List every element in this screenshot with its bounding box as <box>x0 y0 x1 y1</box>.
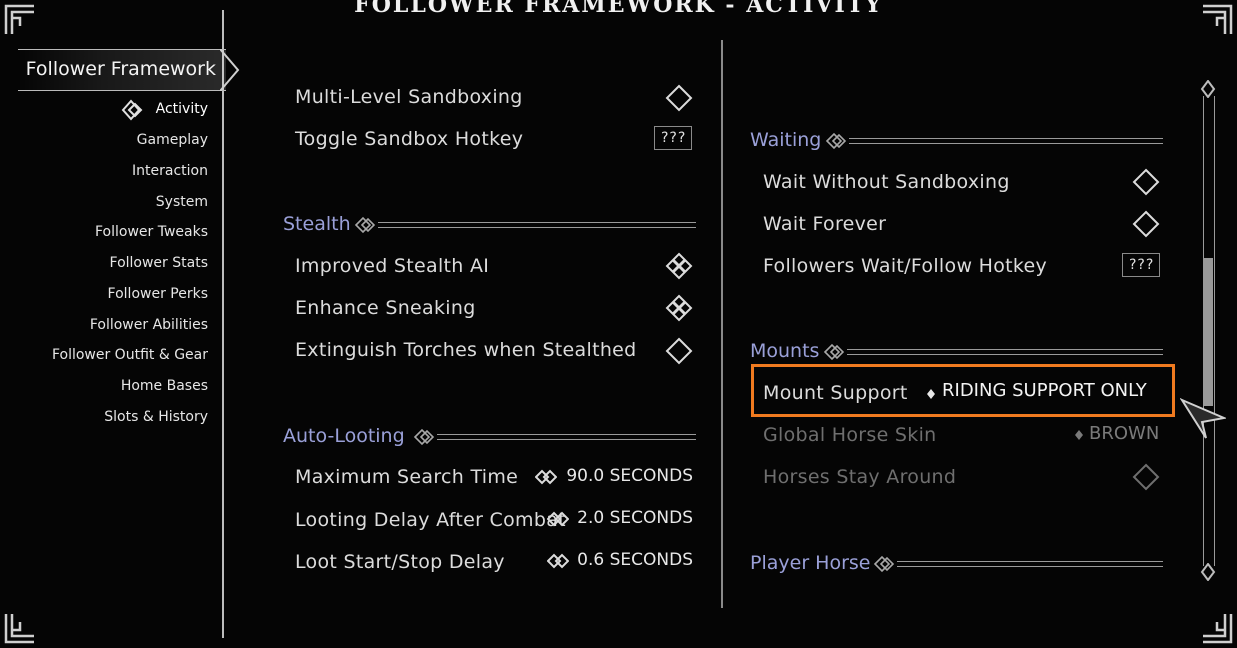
slider-value[interactable]: 2.0 SECONDS <box>577 508 693 528</box>
header-ornament-icon <box>413 428 435 446</box>
slider-value[interactable]: 90.0 SECONDS <box>566 466 693 486</box>
checkbox-empty-icon[interactable] <box>665 84 693 112</box>
sidebar-item-follower-abilities[interactable]: Follower Abilities <box>90 317 208 333</box>
sidebar-item-system[interactable]: System <box>156 194 208 210</box>
sidebar-item-follower-outfit-gear[interactable]: Follower Outfit & Gear <box>52 347 208 363</box>
option-label[interactable]: Maximum Search Time <box>295 466 518 488</box>
corner-ornament-icon <box>4 4 34 34</box>
slider-icon <box>547 511 569 527</box>
option-label[interactable]: Enhance Sneaking <box>295 297 476 319</box>
slider-icon <box>535 469 557 485</box>
dropdown-value[interactable]: BROWN <box>1089 423 1159 444</box>
option-label[interactable]: Improved Stealth AI <box>295 255 489 277</box>
sidebar-item-slots-history[interactable]: Slots & History <box>104 409 208 425</box>
option-label[interactable]: Looting Delay After Combat <box>295 509 566 531</box>
hotkey-field[interactable]: ??? <box>1122 253 1160 277</box>
sidebar-item-interaction[interactable]: Interaction <box>132 163 208 179</box>
option-label[interactable]: Loot Start/Stop Delay <box>295 551 505 573</box>
header-ornament-icon <box>873 555 895 573</box>
option-label[interactable]: Global Horse Skin <box>763 424 936 446</box>
sidebar-item-gameplay[interactable]: Gameplay <box>137 132 208 148</box>
checkbox-empty-icon[interactable] <box>1132 210 1160 238</box>
dropdown-value[interactable]: RIDING SUPPORT ONLY <box>942 380 1147 401</box>
sidebar-item-follower-tweaks[interactable]: Follower Tweaks <box>95 224 208 240</box>
checkbox-checked-icon[interactable] <box>665 294 693 322</box>
option-label[interactable]: Extinguish Torches when Stealthed <box>295 339 637 361</box>
active-arrow-icon <box>121 99 143 121</box>
checkbox-empty-icon[interactable] <box>665 337 693 365</box>
header-rule <box>437 434 696 440</box>
slider-value[interactable]: 0.6 SECONDS <box>577 550 693 570</box>
sidebar-item-follower-perks[interactable]: Follower Perks <box>108 286 208 302</box>
scroll-down-arrow-icon[interactable] <box>1200 563 1216 581</box>
nav-main-label: Follower Framework <box>25 58 216 80</box>
sidebar-divider <box>222 10 224 638</box>
header-ornament-icon <box>354 216 376 234</box>
option-label[interactable]: Wait Forever <box>763 213 886 235</box>
section-header: Waiting <box>750 129 822 151</box>
section-header: Player Horse <box>750 552 871 574</box>
checkbox-empty-icon[interactable] <box>1132 463 1160 491</box>
hotkey-field[interactable]: ??? <box>654 126 692 150</box>
corner-ornament-icon <box>1203 614 1233 644</box>
header-rule <box>847 349 1163 355</box>
mouse-cursor-icon <box>1180 398 1226 439</box>
scrollbar-thumb[interactable] <box>1204 258 1213 406</box>
sidebar-item-home-bases[interactable]: Home Bases <box>121 378 208 394</box>
page-title: FOLLOWER FRAMEWORK - ACTIVITY <box>354 0 883 18</box>
checkbox-empty-icon[interactable] <box>1132 168 1160 196</box>
corner-ornament-icon <box>1203 4 1233 34</box>
dropdown-icon <box>1075 430 1083 440</box>
header-rule <box>897 561 1163 567</box>
section-header: Auto-Looting <box>283 425 405 447</box>
nav-main-item[interactable]: Follower Framework <box>18 49 226 91</box>
checkbox-checked-icon[interactable] <box>665 252 693 280</box>
header-ornament-icon <box>825 132 847 150</box>
dropdown-icon <box>927 389 935 399</box>
header-rule <box>378 222 696 228</box>
slider-icon <box>547 553 569 569</box>
option-label[interactable]: Wait Without Sandboxing <box>763 171 1010 193</box>
section-header: Stealth <box>283 213 351 235</box>
sidebar-item-follower-stats[interactable]: Follower Stats <box>110 255 208 271</box>
option-label[interactable]: Multi-Level Sandboxing <box>295 86 523 108</box>
corner-ornament-icon <box>4 614 34 644</box>
sidebar-item-activity[interactable]: Activity <box>156 101 208 117</box>
header-rule <box>849 138 1163 144</box>
option-label[interactable]: Toggle Sandbox Hotkey <box>295 128 523 150</box>
column-divider <box>721 40 723 608</box>
option-label[interactable]: Followers Wait/Follow Hotkey <box>763 255 1047 277</box>
option-label[interactable]: Mount Support <box>763 382 908 404</box>
section-header: Mounts <box>750 340 820 362</box>
header-ornament-icon <box>823 343 845 361</box>
nav-arrow-icon <box>220 49 240 91</box>
option-label[interactable]: Horses Stay Around <box>763 466 956 488</box>
